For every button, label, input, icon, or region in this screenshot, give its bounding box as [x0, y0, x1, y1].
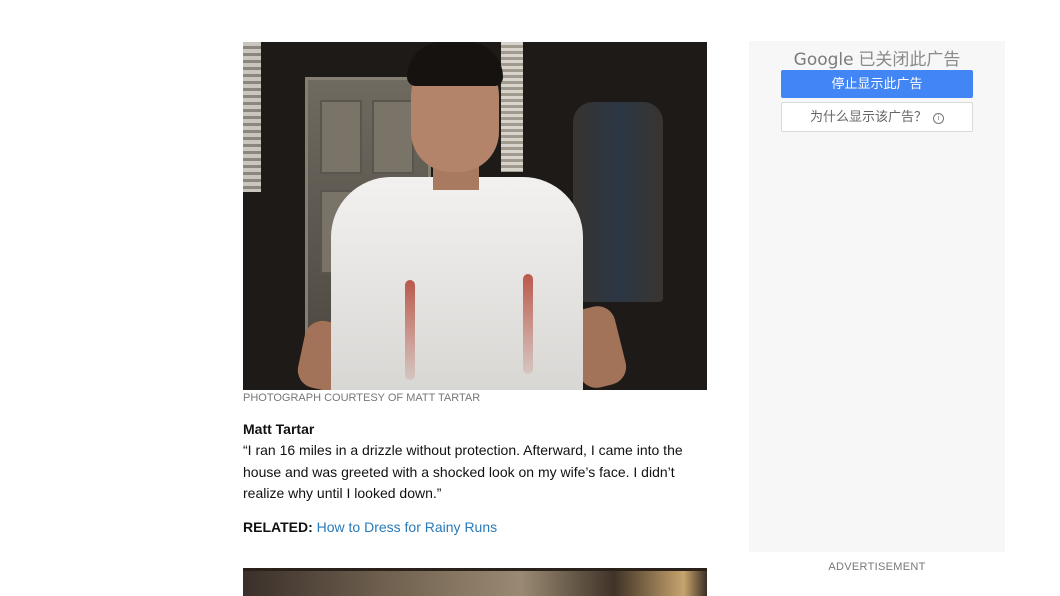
quote-author: Matt Tartar	[243, 421, 315, 437]
ad-container: Google 已关闭此广告 停止显示此广告 为什么显示该广告？ i	[749, 41, 1005, 552]
photo-shirt	[331, 177, 583, 390]
photo-window-blinds	[243, 42, 261, 192]
photo-stain-left	[405, 280, 415, 380]
related-link[interactable]: How to Dress for Rainy Runs	[317, 519, 498, 535]
google-logo: Google	[793, 50, 854, 70]
why-this-ad-button[interactable]: 为什么显示该广告？ i	[781, 102, 973, 132]
next-photo-frame	[243, 568, 707, 571]
ad-closed-header: Google 已关闭此广告	[749, 45, 1005, 70]
advertisement-label: ADVERTISEMENT	[828, 561, 926, 573]
related-label: RELATED:	[243, 519, 313, 535]
photo-coats	[573, 102, 663, 302]
article-photo-t-shirt-man	[243, 42, 707, 390]
photo-credit: PHOTOGRAPH COURTESY OF MATT TARTAR	[243, 392, 481, 404]
info-icon: i	[933, 113, 944, 124]
photo-stain-right	[523, 274, 533, 374]
photo-hair	[407, 42, 503, 86]
related-line: RELATED: How to Dress for Rainy Runs	[243, 519, 497, 535]
why-this-ad-label: 为什么显示该广告？	[809, 109, 927, 124]
stop-showing-ad-button[interactable]: 停止显示此广告	[781, 70, 973, 98]
quote-text: “I ran 16 miles in a drizzle without pro…	[243, 442, 683, 501]
ad-closed-text: 已关闭此广告	[858, 50, 961, 69]
next-article-photo	[243, 568, 707, 596]
photo-window	[501, 42, 523, 172]
